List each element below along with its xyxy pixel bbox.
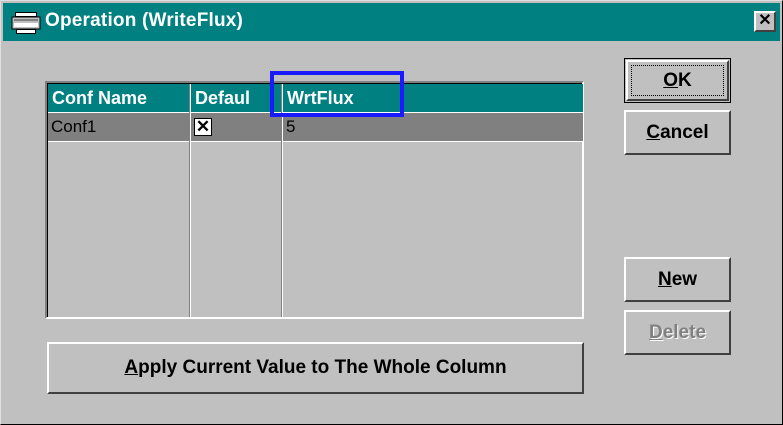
highlight-box (270, 71, 404, 117)
delete-button-label: Delete (648, 321, 707, 343)
app-icon (11, 10, 41, 36)
grid-divider (48, 141, 582, 142)
column-header-conf-name[interactable]: Conf Name (48, 84, 190, 112)
grid-divider (190, 84, 191, 317)
check-mark-icon: ✕ (195, 117, 211, 136)
cell-conf-name[interactable]: Conf1 (48, 113, 190, 141)
apply-button-label: Apply Current Value to The Whole Column (124, 357, 507, 378)
apply-to-column-button[interactable]: Apply Current Value to The Whole Column (47, 342, 584, 394)
title-bar[interactable]: Operation (WriteFlux) ✕ (3, 3, 780, 41)
ok-button-label: OK (663, 69, 692, 91)
grid-divider (282, 84, 283, 317)
default-checkbox[interactable]: ✕ (194, 118, 212, 136)
grid-divider (189, 84, 190, 317)
operation-dialog: Operation (WriteFlux) ✕ Conf Name Defaul… (0, 0, 783, 425)
grid-body: Conf Name Defaul WrtFlux Conf1 ✕ 5 (47, 83, 583, 317)
new-button-label: New (657, 268, 698, 290)
column-header-default[interactable]: Defaul (191, 84, 282, 112)
new-button[interactable]: New (624, 257, 731, 302)
delete-button: Delete (624, 310, 731, 355)
cell-wrtflux[interactable]: 5 (283, 113, 583, 141)
close-button[interactable]: ✕ (754, 11, 776, 32)
close-icon: ✕ (758, 12, 772, 29)
window-title: Operation (WriteFlux) (45, 10, 244, 31)
grid-divider (281, 84, 282, 317)
cancel-button[interactable]: Cancel (624, 110, 731, 155)
cancel-button-label: Cancel (646, 121, 709, 143)
ok-button[interactable]: OK (624, 58, 731, 103)
